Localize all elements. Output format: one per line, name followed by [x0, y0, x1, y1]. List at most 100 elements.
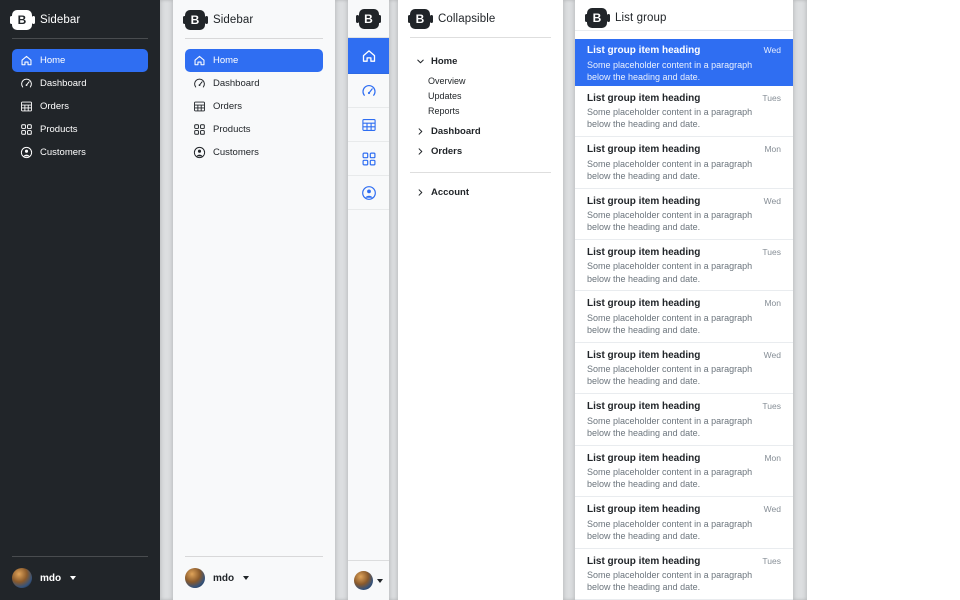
list-item-body: Some placeholder content in a paragraph … [587, 312, 767, 336]
person-circle-icon [193, 146, 206, 159]
example-divider [160, 0, 173, 600]
nav-item[interactable]: Orders [12, 95, 148, 118]
sidebar-spacer [12, 164, 148, 548]
list-group-item[interactable]: List group item heading Tues Some placeh… [575, 549, 793, 600]
person-circle-icon [20, 146, 33, 159]
chevron-right-icon [416, 127, 425, 136]
tree-group-orders[interactable]: Orders [410, 141, 551, 161]
tree-subitem-overview[interactable]: Overview [428, 73, 551, 88]
list-group-item[interactable]: List group item heading Wed Some placeho… [575, 343, 793, 394]
house-icon [361, 48, 377, 64]
nav-item-label: Dashboard [40, 78, 86, 89]
chevron-down-icon [416, 57, 425, 66]
rail-nav-item[interactable] [348, 74, 389, 108]
list-item-body: Some placeholder content in a paragraph … [587, 158, 767, 182]
bootstrap-logo-icon: B [12, 10, 32, 30]
list-group-item[interactable]: List group item heading Wed Some placeho… [575, 189, 793, 240]
person-circle-icon [361, 185, 377, 201]
list-item-heading: List group item heading [587, 93, 700, 104]
username: mdo [213, 573, 234, 584]
nav-item[interactable]: Orders [185, 95, 323, 118]
list-item-date: Wed [764, 504, 781, 514]
nav-item[interactable]: Products [185, 118, 323, 141]
user-menu-dark[interactable]: mdo [12, 565, 148, 592]
rail-nav-item[interactable] [348, 108, 389, 142]
list-item-body: Some placeholder content in a paragraph … [587, 363, 767, 387]
nav-item-label: Dashboard [213, 78, 259, 89]
list-item-body: Some placeholder content in a paragraph … [587, 518, 767, 542]
tree-subitem-reports[interactable]: Reports [428, 103, 551, 118]
table-icon [193, 100, 206, 113]
nav-item[interactable]: Customers [12, 141, 148, 164]
brand-light-sidebar[interactable]: B Sidebar [185, 10, 323, 30]
tree-subitem-updates[interactable]: Updates [428, 88, 551, 103]
brand-collapsible[interactable]: B Collapsible [410, 9, 551, 29]
divider [12, 556, 148, 557]
nav-item[interactable]: Dashboard [12, 72, 148, 95]
tree-group-dashboard[interactable]: Dashboard [410, 121, 551, 141]
list-item-body: Some placeholder content in a paragraph … [587, 209, 767, 233]
divider [185, 556, 323, 557]
divider [410, 172, 551, 173]
caret-down-icon [70, 576, 76, 580]
tree-group-label: Home [431, 56, 457, 67]
list-item-date: Mon [764, 144, 781, 154]
nav-item[interactable]: Dashboard [185, 72, 323, 95]
list-item-body: Some placeholder content in a paragraph … [587, 59, 767, 83]
speedometer-icon [20, 77, 33, 90]
brand-list-group[interactable]: B List group [587, 8, 781, 28]
list-group-item[interactable]: List group item heading Mon Some placeho… [575, 446, 793, 497]
list-item-date: Tues [762, 247, 781, 257]
brand-title: Collapsible [438, 13, 495, 25]
nav-item-label: Products [40, 124, 78, 135]
nav-item[interactable]: Products [12, 118, 148, 141]
icon-rail-nav [348, 38, 389, 210]
list-item-heading: List group item heading [587, 45, 700, 56]
list-group-item[interactable]: List group item heading Tues Some placeh… [575, 240, 793, 291]
list-item-body: Some placeholder content in a paragraph … [587, 106, 767, 130]
brand-icon-rail[interactable]: B [348, 0, 389, 38]
list-item-heading: List group item heading [587, 504, 700, 515]
list-item-heading: List group item heading [587, 453, 700, 464]
rail-nav-item[interactable] [348, 38, 389, 74]
list-item-body: Some placeholder content in a paragraph … [587, 466, 767, 490]
nav-item-label: Orders [213, 101, 242, 112]
rail-nav-item[interactable] [348, 176, 389, 210]
bootstrap-logo-icon: B [359, 9, 379, 29]
list-group-item[interactable]: List group item heading Mon Some placeho… [575, 137, 793, 188]
speedometer-icon [361, 83, 377, 99]
example-divider [389, 0, 398, 600]
list-item-date: Mon [764, 453, 781, 463]
list-item-date: Tues [762, 401, 781, 411]
username: mdo [40, 573, 61, 584]
list-item-heading: List group item heading [587, 196, 700, 207]
list-group-item[interactable]: List group item heading Wed Some placeho… [575, 39, 793, 86]
user-menu-rail[interactable] [348, 560, 389, 600]
brand-title: Sidebar [40, 14, 80, 26]
caret-down-icon [243, 576, 249, 580]
table-icon [361, 117, 377, 133]
user-menu-light[interactable]: mdo [185, 565, 323, 592]
brand-dark-sidebar[interactable]: B Sidebar [12, 10, 148, 30]
tree-group-account[interactable]: Account [410, 182, 551, 202]
list-item-heading: List group item heading [587, 556, 700, 567]
example-divider [563, 0, 575, 600]
nav-item[interactable]: Home [185, 49, 323, 72]
nav-item[interactable]: Customers [185, 141, 323, 164]
list-group-item[interactable]: List group item heading Wed Some placeho… [575, 497, 793, 548]
list-group-item[interactable]: List group item heading Tues Some placeh… [575, 86, 793, 137]
divider [410, 37, 551, 38]
list-group-item[interactable]: List group item heading Tues Some placeh… [575, 394, 793, 445]
dark-sidebar-nav: Home Dashboard Orders Products Customers [12, 49, 148, 164]
nav-item-label: Orders [40, 101, 69, 112]
nav-item[interactable]: Home [12, 49, 148, 72]
list-group-item[interactable]: List group item heading Mon Some placeho… [575, 291, 793, 342]
avatar [185, 568, 205, 588]
tree-group-label: Dashboard [431, 126, 481, 137]
list-item-date: Wed [764, 350, 781, 360]
tree-group-home[interactable]: Home [410, 51, 551, 71]
list-item-heading: List group item heading [587, 401, 700, 412]
list-item-date: Tues [762, 556, 781, 566]
nav-item-label: Home [213, 55, 238, 66]
rail-nav-item[interactable] [348, 142, 389, 176]
